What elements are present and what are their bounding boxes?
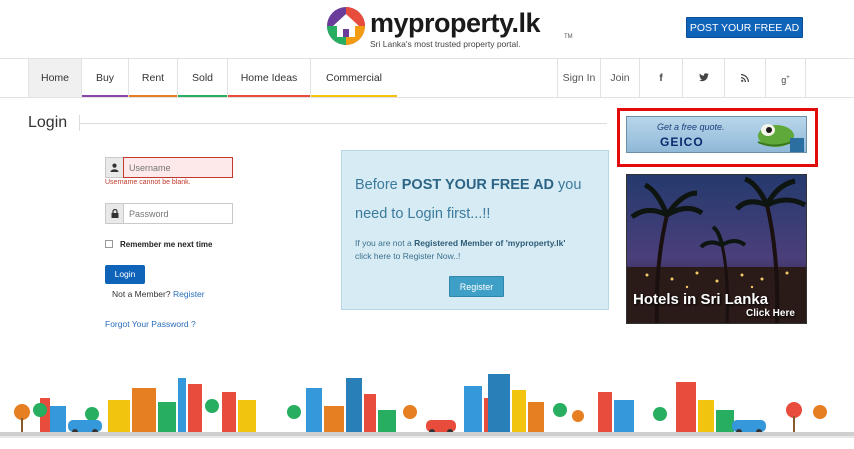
- gecko-icon: [757, 124, 804, 152]
- geico-ad[interactable]: Get a free quote. GEICO: [626, 116, 807, 153]
- nav-rent-label: Rent: [141, 72, 165, 84]
- password-field[interactable]: [123, 203, 233, 224]
- password-row: [105, 203, 233, 224]
- facebook-icon: f: [659, 73, 663, 84]
- geico-brand-text: GEICO: [660, 135, 704, 149]
- twitter-link[interactable]: [682, 59, 724, 97]
- nav-commercial[interactable]: Commercial: [311, 59, 397, 97]
- footer-line: [0, 436, 854, 438]
- nav-rent[interactable]: Rent: [129, 59, 178, 97]
- google-plus-link[interactable]: g+: [765, 59, 806, 97]
- info-line1-bold: POST YOUR FREE AD: [401, 177, 555, 193]
- info-subtext: If you are not a Registered Member of 'm…: [355, 237, 605, 263]
- twitter-icon: [698, 73, 709, 82]
- page-title: Login: [28, 114, 68, 131]
- register-link[interactable]: Register: [173, 289, 205, 299]
- register-button[interactable]: Register: [449, 276, 504, 297]
- nav-sold-label: Sold: [191, 72, 213, 84]
- title-divider: [80, 123, 607, 124]
- post-free-ad-button[interactable]: POST YOUR FREE AD: [686, 17, 803, 38]
- info-sub-bold: Registered Member of 'myproperty.lk': [414, 238, 566, 248]
- nav-home-ideas[interactable]: Home Ideas: [228, 59, 311, 97]
- nav-home-ideas-underline: [228, 95, 310, 97]
- house-logo-icon: [327, 7, 365, 45]
- info-heading: Before POST YOUR FREE AD you need to Log…: [355, 171, 605, 229]
- logo-text: myproperty.lk: [370, 8, 541, 38]
- info-line1-post: you: [554, 177, 582, 193]
- nav-home-ideas-label: Home Ideas: [240, 72, 298, 84]
- logo-tm: TM: [564, 34, 573, 40]
- main-nav: Home Buy Rent Sold Home Ideas Commercial…: [0, 58, 854, 98]
- info-sub-post[interactable]: click here to Register Now..!: [355, 251, 460, 261]
- nav-home[interactable]: Home: [28, 59, 82, 97]
- username-row: [105, 157, 233, 178]
- logo-tagline: Sri Lanka's most trusted property portal…: [370, 39, 521, 49]
- remember-label: Remember me next time: [120, 240, 213, 249]
- username-field[interactable]: [123, 157, 233, 178]
- join-label: Join: [610, 72, 630, 84]
- geico-quote-text: Get a free quote.: [657, 122, 725, 132]
- nav-commercial-label: Commercial: [325, 72, 382, 84]
- nav-sold-underline: [178, 95, 227, 97]
- lock-icon: [105, 203, 123, 224]
- info-line1-pre: Before: [355, 177, 402, 193]
- info-sub-pre: If you are not a: [355, 238, 415, 248]
- user-icon: [105, 157, 123, 178]
- city-skyline-illustration: [0, 374, 854, 436]
- rss-icon: [741, 74, 749, 82]
- join-link[interactable]: Join: [600, 59, 639, 97]
- sign-in-label: Sign In: [562, 72, 596, 84]
- info-line2: need to Login first...!!: [355, 206, 491, 222]
- remember-me[interactable]: Remember me next time: [105, 240, 212, 249]
- page: { "header": { "logo_text": "myproperty.l…: [0, 0, 854, 449]
- remember-checkbox[interactable]: [105, 240, 113, 248]
- forgot-password-link[interactable]: Forgot Your Password ?: [105, 319, 196, 329]
- google-plus-icon: g+: [781, 75, 790, 85]
- hotels-ad[interactable]: Hotels in Sri Lanka Click Here: [626, 174, 807, 324]
- hotel-ad-title: Hotels in Sri Lanka: [633, 291, 769, 308]
- nav-home-label: Home: [40, 72, 69, 84]
- nav-buy-underline: [82, 95, 128, 97]
- login-button[interactable]: Login: [105, 265, 145, 284]
- rss-link[interactable]: [724, 59, 765, 97]
- nav-commercial-underline: [311, 95, 397, 97]
- nav-rent-underline: [129, 95, 177, 97]
- nav-sold[interactable]: Sold: [178, 59, 228, 97]
- username-error: Username cannot be blank.: [105, 179, 191, 186]
- nav-buy-label: Buy: [95, 72, 115, 84]
- sign-in-link[interactable]: Sign In: [557, 59, 600, 97]
- facebook-link[interactable]: f: [639, 59, 682, 97]
- login-info-box: Before POST YOUR FREE AD you need to Log…: [341, 150, 609, 310]
- not-member-text: Not a Member?: [112, 289, 171, 299]
- not-member-line: Not a Member? Register: [112, 289, 205, 299]
- hotel-ad-click: Click Here: [746, 308, 795, 319]
- nav-buy[interactable]: Buy: [82, 59, 129, 97]
